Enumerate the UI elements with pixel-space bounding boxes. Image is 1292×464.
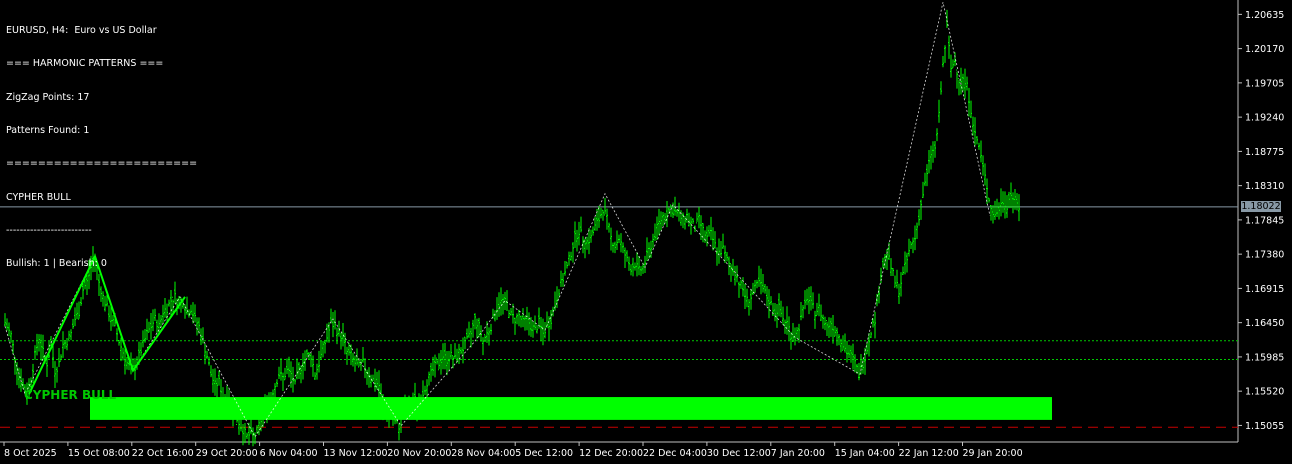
x-tick-label: 29 Oct 20:00 <box>196 448 258 459</box>
y-axis-ticks: 1.20635 1.20170 1.19705 1.19240 1.18775 1.183… <box>1238 10 1284 432</box>
y-tick-label: 1.15985 <box>1245 352 1284 363</box>
y-tick-label: 1.20170 <box>1245 44 1284 55</box>
info-line-counts: Bullish: 1 | Bearish: 0 <box>6 258 107 270</box>
x-tick-label: 30 Dec 12:00 <box>707 448 771 459</box>
y-tick-label: 1.17845 <box>1245 215 1284 226</box>
chart-window[interactable]: 1.20635 1.20170 1.19705 1.19240 1.18775 1.183… <box>0 0 1292 464</box>
x-tick-label: 7 Jan 20:00 <box>771 448 825 459</box>
current-price-label: 1.18022 <box>1241 201 1281 212</box>
x-tick-label: 28 Nov 04:00 <box>451 448 515 459</box>
x-tick-label: 20 Nov 20:00 <box>387 448 451 459</box>
y-tick-label: 1.16915 <box>1245 284 1284 295</box>
x-axis-ticks: 8 Oct 2025 15 Oct 08:00 22 Oct 16:00 29 Oct… <box>3 442 1023 459</box>
y-tick-label: 1.18775 <box>1245 147 1284 158</box>
y-tick-label: 1.18310 <box>1245 181 1284 192</box>
info-line-zigzag-points: ZigZag Points: 17 <box>6 91 90 103</box>
x-tick-label: 22 Dec 04:00 <box>643 448 707 459</box>
info-line-separator: ======================== <box>6 158 198 170</box>
y-tick-label: 1.19240 <box>1245 113 1284 124</box>
x-tick-label: 15 Jan 04:00 <box>835 448 895 459</box>
info-line-pattern-name: CYPHER BULL <box>6 191 71 203</box>
x-tick-label: 22 Oct 16:00 <box>132 448 194 459</box>
y-tick-label: 1.15520 <box>1245 387 1284 398</box>
y-tick-label: 1.20635 <box>1245 10 1284 21</box>
y-tick-label: 1.16450 <box>1245 318 1284 329</box>
x-tick-label: 29 Jan 20:00 <box>963 448 1023 459</box>
x-tick-label: 6 Nov 04:00 <box>260 448 318 459</box>
pattern-label: CYPHER BULL <box>24 388 117 402</box>
indicator-info-panel: EURUSD, H4: Euro vs US Dollar === HARMON… <box>6 3 197 291</box>
y-tick-label: 1.17380 <box>1245 250 1284 261</box>
info-line-divider: ------------------------- <box>6 224 92 236</box>
x-tick-label: 15 Oct 08:00 <box>68 448 130 459</box>
info-line-symbol: EURUSD, H4: Euro vs US Dollar <box>6 25 157 37</box>
x-tick-label: 12 Dec 20:00 <box>579 448 643 459</box>
x-tick-label: 13 Nov 12:00 <box>324 448 388 459</box>
info-line-patterns-found: Patterns Found: 1 <box>6 125 90 137</box>
x-tick-label: 5 Dec 12:00 <box>515 448 573 459</box>
y-tick-label: 1.19705 <box>1245 78 1284 89</box>
y-tick-label: 1.15055 <box>1245 421 1284 432</box>
x-tick-label: 8 Oct 2025 <box>4 448 57 459</box>
info-line-header: === HARMONIC PATTERNS === <box>6 58 164 70</box>
x-tick-label: 22 Jan 12:00 <box>899 448 959 459</box>
